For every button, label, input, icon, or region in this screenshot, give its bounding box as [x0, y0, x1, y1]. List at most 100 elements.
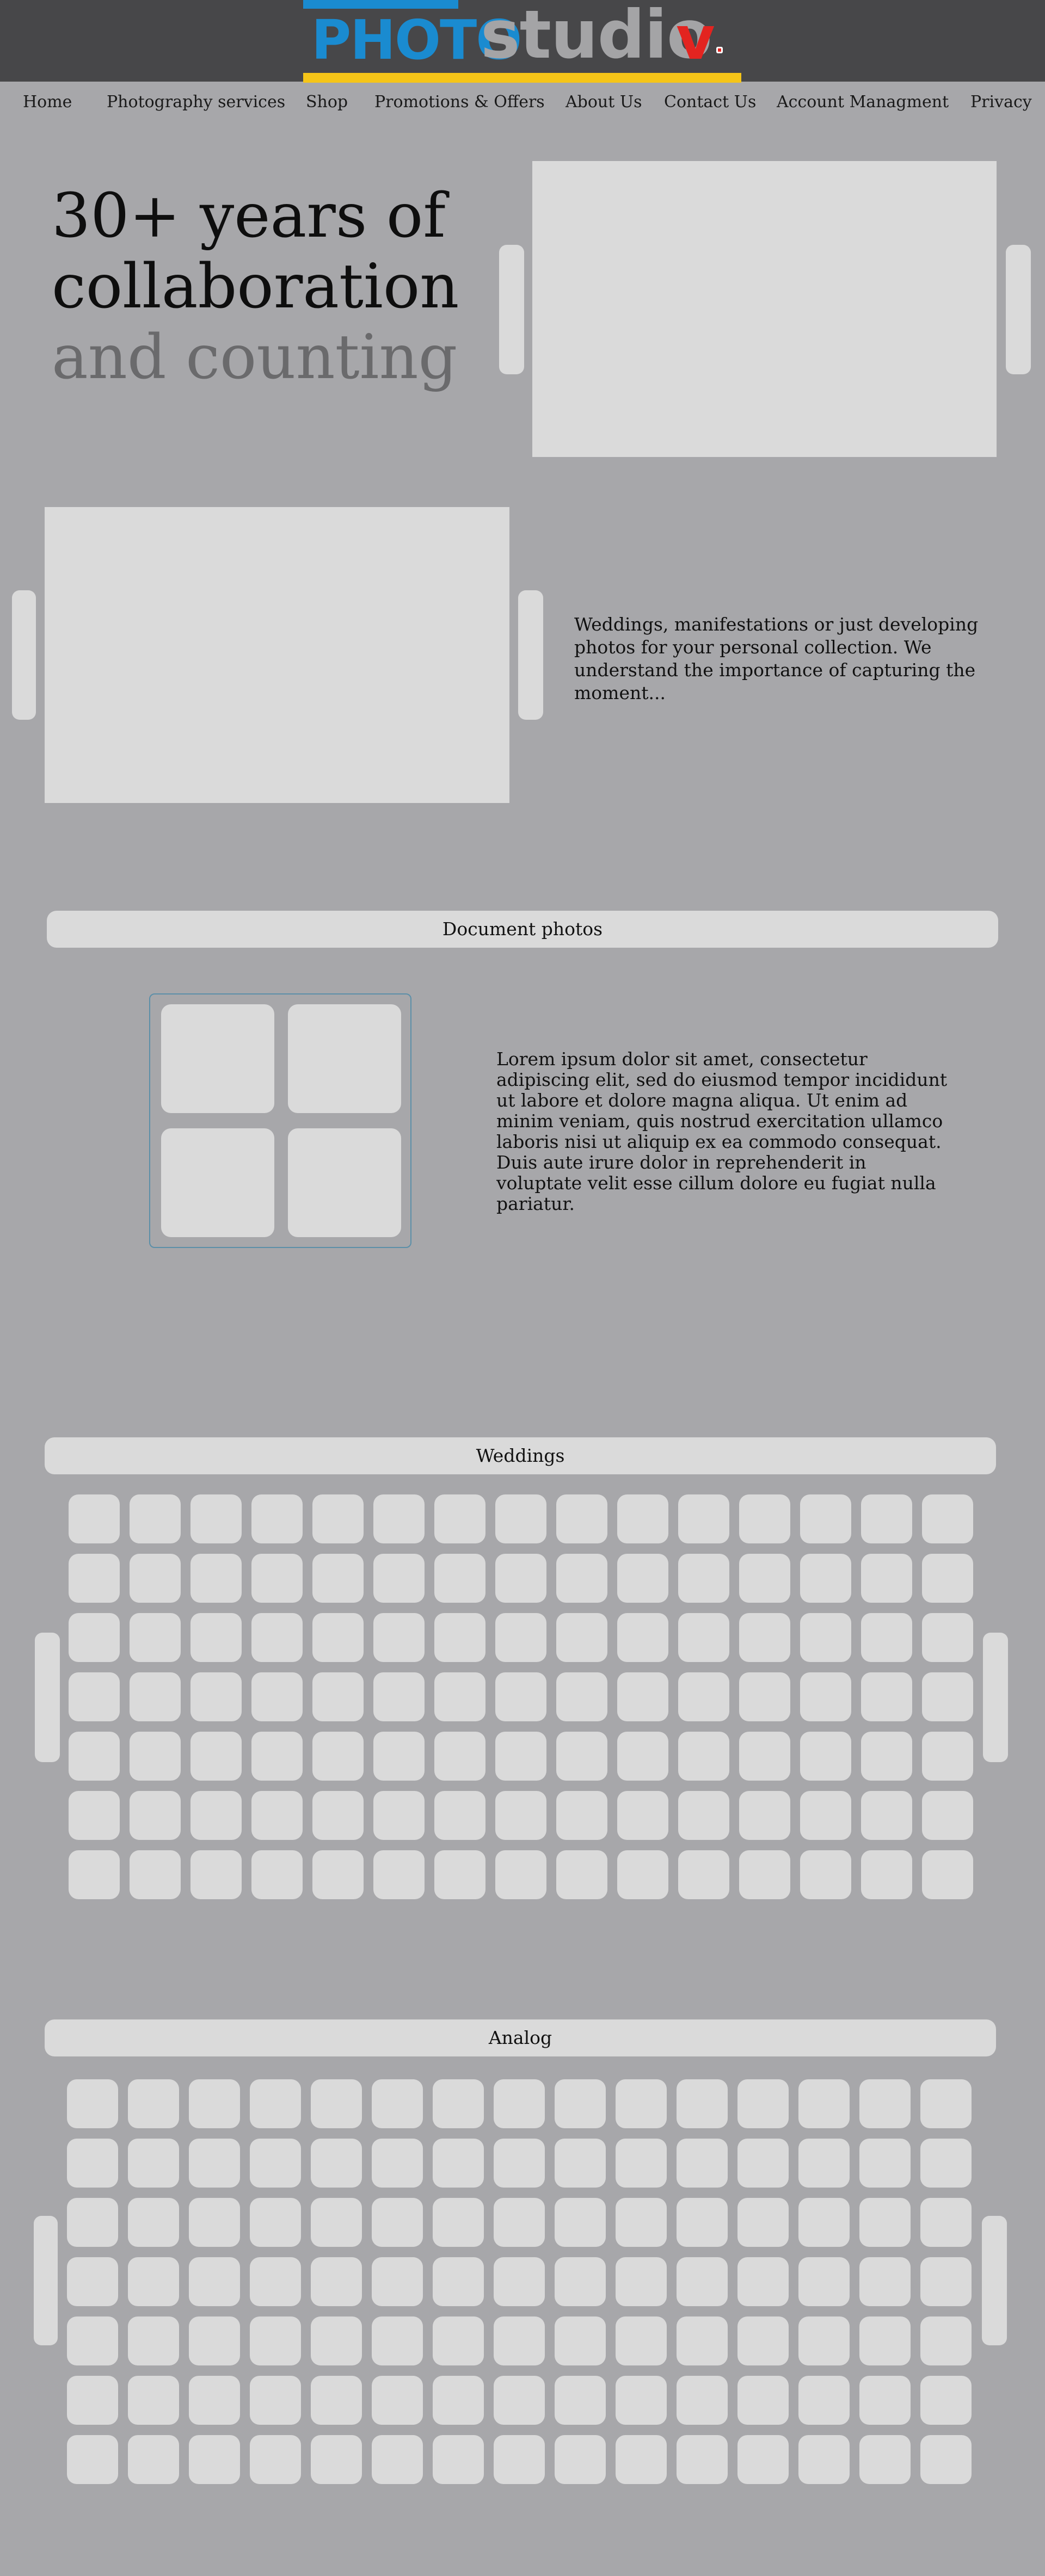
- weddings-thumbnail[interactable]: [678, 1791, 729, 1840]
- weddings-thumbnail[interactable]: [312, 1613, 364, 1662]
- weddings-thumbnail[interactable]: [312, 1554, 364, 1603]
- weddings-thumbnail[interactable]: [434, 1554, 485, 1603]
- analog-thumbnail[interactable]: [798, 2376, 850, 2425]
- analog-thumbnail[interactable]: [250, 2316, 301, 2365]
- analog-carousel-prev-button[interactable]: [34, 2216, 58, 2345]
- weddings-thumbnail[interactable]: [495, 1554, 546, 1603]
- weddings-thumbnail[interactable]: [861, 1494, 912, 1543]
- nav-contact-us[interactable]: Contact Us: [664, 82, 756, 123]
- analog-thumbnail[interactable]: [616, 2198, 667, 2247]
- analog-thumbnail[interactable]: [798, 2198, 850, 2247]
- analog-thumbnail[interactable]: [433, 2139, 484, 2188]
- weddings-thumbnail[interactable]: [130, 1613, 181, 1662]
- weddings-thumbnail[interactable]: [495, 1494, 546, 1543]
- weddings-thumbnail[interactable]: [861, 1672, 912, 1721]
- analog-thumbnail[interactable]: [494, 2376, 545, 2425]
- analog-thumbnail[interactable]: [616, 2376, 667, 2425]
- weddings-thumbnail[interactable]: [130, 1554, 181, 1603]
- hero-carousel-next-button[interactable]: [1006, 245, 1031, 374]
- weddings-thumbnail[interactable]: [312, 1672, 364, 1721]
- analog-thumbnail[interactable]: [920, 2257, 972, 2306]
- weddings-thumbnail[interactable]: [69, 1791, 120, 1840]
- weddings-thumbnail[interactable]: [190, 1613, 242, 1662]
- weddings-thumbnail[interactable]: [556, 1494, 607, 1543]
- analog-thumbnail[interactable]: [798, 2257, 850, 2306]
- analog-thumbnail[interactable]: [798, 2079, 850, 2128]
- weddings-thumbnail[interactable]: [800, 1554, 851, 1603]
- analog-thumbnail[interactable]: [920, 2198, 972, 2247]
- analog-thumbnail[interactable]: [189, 2079, 240, 2128]
- analog-thumbnail[interactable]: [189, 2316, 240, 2365]
- weddings-thumbnail[interactable]: [312, 1791, 364, 1840]
- weddings-thumbnail[interactable]: [434, 1850, 485, 1899]
- analog-thumbnail[interactable]: [555, 2139, 606, 2188]
- analog-thumbnail[interactable]: [189, 2435, 240, 2484]
- analog-thumbnail[interactable]: [677, 2435, 728, 2484]
- weddings-thumbnail[interactable]: [861, 1850, 912, 1899]
- analog-thumbnail[interactable]: [128, 2435, 179, 2484]
- weddings-thumbnail[interactable]: [678, 1850, 729, 1899]
- analog-thumbnail[interactable]: [128, 2316, 179, 2365]
- analog-thumbnail[interactable]: [494, 2257, 545, 2306]
- weddings-thumbnail[interactable]: [922, 1791, 973, 1840]
- analog-thumbnail[interactable]: [311, 2376, 362, 2425]
- analog-thumbnail[interactable]: [555, 2257, 606, 2306]
- analog-thumbnail[interactable]: [250, 2139, 301, 2188]
- weddings-thumbnail[interactable]: [617, 1494, 668, 1543]
- weddings-thumbnail[interactable]: [434, 1672, 485, 1721]
- weddings-thumbnail[interactable]: [922, 1732, 973, 1781]
- weddings-thumbnail[interactable]: [69, 1850, 120, 1899]
- weddings-thumbnail[interactable]: [800, 1850, 851, 1899]
- analog-thumbnail[interactable]: [737, 2079, 789, 2128]
- analog-thumbnail[interactable]: [250, 2198, 301, 2247]
- weddings-thumbnail[interactable]: [739, 1494, 790, 1543]
- analog-thumbnail[interactable]: [920, 2435, 972, 2484]
- analog-thumbnail[interactable]: [616, 2079, 667, 2128]
- weddings-thumbnail[interactable]: [678, 1613, 729, 1662]
- analog-thumbnail[interactable]: [494, 2198, 545, 2247]
- analog-thumbnail[interactable]: [555, 2435, 606, 2484]
- analog-thumbnail[interactable]: [616, 2435, 667, 2484]
- weddings-thumbnail[interactable]: [922, 1554, 973, 1603]
- weddings-thumbnail[interactable]: [373, 1494, 425, 1543]
- weddings-thumbnail[interactable]: [739, 1732, 790, 1781]
- nav-home[interactable]: Home: [23, 82, 72, 123]
- analog-thumbnail[interactable]: [737, 2257, 789, 2306]
- analog-thumbnail[interactable]: [372, 2435, 423, 2484]
- weddings-thumbnail[interactable]: [251, 1732, 303, 1781]
- weddings-thumbnail[interactable]: [130, 1791, 181, 1840]
- analog-thumbnail[interactable]: [677, 2079, 728, 2128]
- weddings-thumbnail[interactable]: [556, 1732, 607, 1781]
- weddings-thumbnail[interactable]: [434, 1732, 485, 1781]
- weddings-thumbnail[interactable]: [373, 1791, 425, 1840]
- analog-thumbnail[interactable]: [372, 2316, 423, 2365]
- analog-thumbnail[interactable]: [128, 2139, 179, 2188]
- analog-thumbnail[interactable]: [798, 2435, 850, 2484]
- nav-shop[interactable]: Shop: [306, 82, 348, 123]
- analog-thumbnail[interactable]: [616, 2139, 667, 2188]
- analog-thumbnail[interactable]: [494, 2139, 545, 2188]
- analog-thumbnail[interactable]: [67, 2257, 118, 2306]
- analog-thumbnail[interactable]: [311, 2257, 362, 2306]
- weddings-thumbnail[interactable]: [556, 1672, 607, 1721]
- analog-thumbnail[interactable]: [494, 2435, 545, 2484]
- weddings-thumbnail[interactable]: [373, 1554, 425, 1603]
- analog-thumbnail[interactable]: [189, 2198, 240, 2247]
- analog-thumbnail[interactable]: [555, 2376, 606, 2425]
- weddings-thumbnail[interactable]: [922, 1494, 973, 1543]
- weddings-thumbnail[interactable]: [922, 1672, 973, 1721]
- weddings-thumbnail[interactable]: [617, 1791, 668, 1840]
- weddings-thumbnail[interactable]: [251, 1494, 303, 1543]
- weddings-thumbnail[interactable]: [922, 1613, 973, 1662]
- analog-thumbnail[interactable]: [859, 2435, 911, 2484]
- analog-thumbnail[interactable]: [433, 2376, 484, 2425]
- weddings-thumbnail[interactable]: [251, 1613, 303, 1662]
- document-photos-header[interactable]: Document photos: [47, 911, 998, 948]
- analog-thumbnail[interactable]: [677, 2198, 728, 2247]
- weddings-thumbnail[interactable]: [434, 1613, 485, 1662]
- weddings-thumbnail[interactable]: [922, 1850, 973, 1899]
- analog-thumbnail[interactable]: [189, 2257, 240, 2306]
- analog-thumbnail[interactable]: [67, 2079, 118, 2128]
- analog-thumbnail[interactable]: [555, 2198, 606, 2247]
- nav-promotions-offers[interactable]: Promotions & Offers: [374, 82, 545, 123]
